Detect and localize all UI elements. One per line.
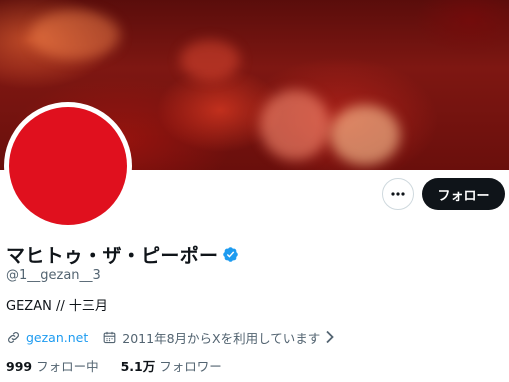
more-options-button[interactable] [382,178,414,210]
followers-stat[interactable]: 5.1万 フォロワー [121,356,222,375]
profile-meta: gezan.net 2011年8月からXを利用しています [6,327,335,347]
more-horizontal-icon [391,192,405,196]
follow-button[interactable]: フォロー [422,178,505,210]
followers-label: フォロワー [159,358,222,374]
banner-glow [30,10,120,60]
followers-count: 5.1万 [120,358,156,374]
banner-glow [180,40,240,80]
follow-stats: 999 フォロー中 5.1万 フォロワー [6,356,222,374]
joined-date-text: 2011年8月からXを利用しています [122,330,321,346]
link-icon [8,331,19,343]
following-count: 999 [6,358,33,374]
profile-bio: GEZAN // 十三月 [6,299,108,314]
banner-glow [260,90,330,160]
website-link[interactable]: gezan.net [26,330,88,345]
verified-badge-icon[interactable] [222,246,239,263]
joined-date-link[interactable]: 2011年8月からXを利用しています [102,328,335,347]
avatar[interactable] [9,107,127,225]
calendar-icon [103,331,116,343]
display-name: マヒトゥ・ザ・ピーポー [6,244,219,267]
following-stat[interactable]: 999 フォロー中 [6,356,99,375]
following-label: フォロー中 [36,358,99,374]
banner-glow [330,105,400,165]
display-name-row: マヒトゥ・ザ・ピーポー [6,240,239,268]
user-handle: @1__gezan__3 [6,268,101,283]
chevron-right-icon [326,330,335,344]
